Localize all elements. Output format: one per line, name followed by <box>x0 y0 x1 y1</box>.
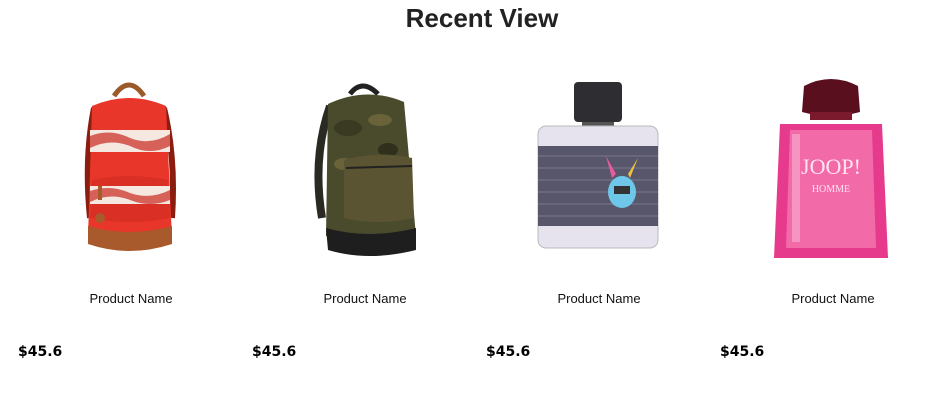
product-card[interactable]: Product Name $45.6 <box>248 60 482 380</box>
product-name[interactable]: Product Name <box>716 291 934 306</box>
product-name[interactable]: Product Name <box>482 291 716 306</box>
svg-text:JOOP!: JOOP! <box>801 154 861 179</box>
product-card[interactable]: Product Name $45.6 <box>482 60 716 380</box>
product-name[interactable]: Product Name <box>14 291 248 306</box>
product-name[interactable]: Product Name <box>248 291 482 306</box>
product-price: $45.6 <box>252 344 297 360</box>
pink-cologne-image[interactable]: JOOP! HOMME <box>756 68 906 268</box>
product-card[interactable]: JOOP! HOMME Product Name $45.6 <box>716 60 934 380</box>
red-backpack-image[interactable] <box>54 68 204 268</box>
product-card[interactable]: Product Name $45.6 <box>14 60 248 380</box>
product-price: $45.6 <box>486 344 531 360</box>
recent-view-page: Recent View Product Name $45.6 Product N… <box>0 0 934 418</box>
product-grid: Product Name $45.6 Product Name $45.6 Pr… <box>14 60 934 380</box>
product-price: $45.6 <box>18 344 63 360</box>
camo-backpack-image[interactable] <box>288 68 438 268</box>
perfume-bottle-image[interactable] <box>522 68 672 268</box>
section-title: Recent View <box>405 3 559 33</box>
svg-text:HOMME: HOMME <box>812 184 850 195</box>
product-price: $45.6 <box>720 344 765 360</box>
